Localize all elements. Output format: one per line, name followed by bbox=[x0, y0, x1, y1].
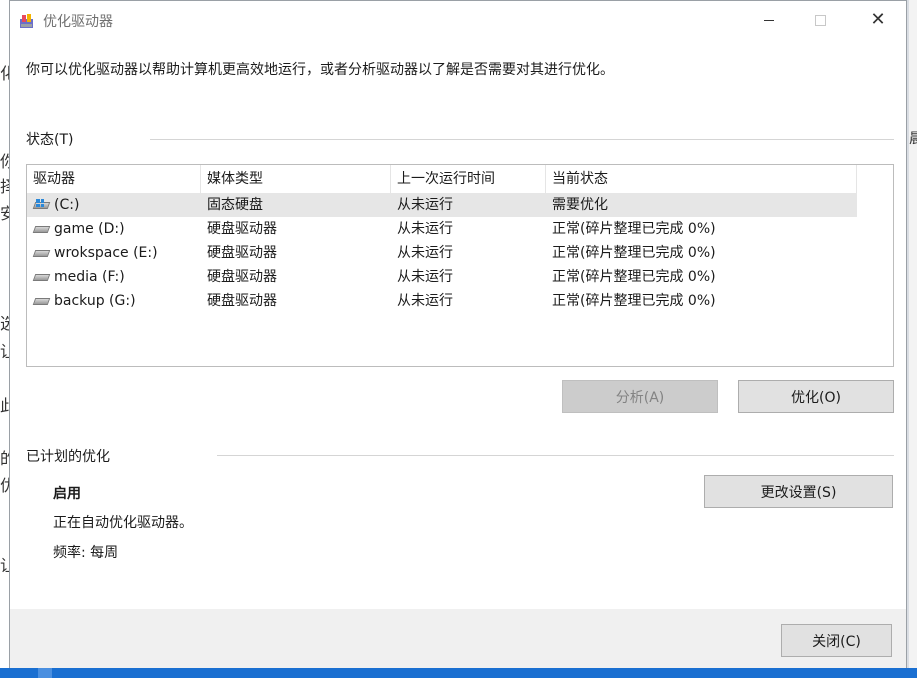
taskbar bbox=[0, 668, 917, 678]
drive-row[interactable]: backup (G:) 硬盘驱动器 从未运行 正常(碎片整理已完成 0%) bbox=[27, 289, 857, 313]
drive-name: wrokspace (E:) bbox=[54, 245, 158, 261]
intro-text: 你可以优化驱动器以帮助计算机更高效地运行，或者分析驱动器以了解是否需要对其进行优… bbox=[26, 62, 614, 78]
drive-last-run: 从未运行 bbox=[397, 293, 453, 309]
drive-media-type: 硬盘驱动器 bbox=[207, 221, 277, 237]
drive-status: 正常(碎片整理已完成 0%) bbox=[552, 293, 716, 309]
drive-status: 正常(碎片整理已完成 0%) bbox=[552, 269, 716, 285]
section-divider bbox=[217, 455, 894, 456]
hard-drive-icon bbox=[32, 223, 51, 235]
drive-name: game (D:) bbox=[54, 221, 125, 237]
hard-drive-icon bbox=[32, 247, 51, 259]
drive-media-type: 固态硬盘 bbox=[207, 197, 263, 213]
drive-row[interactable]: game (D:) 硬盘驱动器 从未运行 正常(碎片整理已完成 0%) bbox=[27, 217, 857, 241]
dialog-footer: 关闭(C) bbox=[10, 609, 906, 668]
drive-last-run: 从未运行 bbox=[397, 197, 453, 213]
scheduled-section-label: 已计划的优化 bbox=[26, 449, 110, 465]
drive-row[interactable]: (C:) 固态硬盘 从未运行 需要优化 bbox=[27, 193, 857, 217]
drive-last-run: 从未运行 bbox=[397, 269, 453, 285]
hard-drive-icon bbox=[32, 271, 51, 283]
background-text: 晨 bbox=[909, 131, 917, 147]
drive-media-type: 硬盘驱动器 bbox=[207, 269, 277, 285]
drive-row[interactable]: media (F:) 硬盘驱动器 从未运行 正常(碎片整理已完成 0%) bbox=[27, 265, 857, 289]
drive-name: backup (G:) bbox=[54, 293, 136, 309]
title-bar: 优化驱动器 ✕ bbox=[10, 1, 906, 39]
drive-last-run: 从未运行 bbox=[397, 221, 453, 237]
drive-name: (C:) bbox=[54, 197, 80, 213]
drive-row[interactable]: wrokspace (E:) 硬盘驱动器 从未运行 正常(碎片整理已完成 0%) bbox=[27, 241, 857, 265]
drive-last-run: 从未运行 bbox=[397, 245, 453, 261]
hard-drive-icon bbox=[32, 295, 51, 307]
column-header-media-type[interactable]: 媒体类型 bbox=[201, 165, 391, 193]
optimize-button[interactable]: 优化(O) bbox=[738, 380, 894, 413]
column-header-drive[interactable]: 驱动器 bbox=[27, 165, 201, 193]
defrag-app-icon bbox=[20, 14, 33, 28]
column-header-current-status[interactable]: 当前状态 bbox=[546, 165, 857, 193]
schedule-frequency: 频率: 每周 bbox=[53, 545, 119, 561]
maximize-button[interactable] bbox=[797, 1, 843, 39]
optimize-drives-window: 优化驱动器 ✕ 你可以优化驱动器以帮助计算机更高效地运行，或者分析驱动器以了解是… bbox=[9, 0, 907, 668]
drive-status: 正常(碎片整理已完成 0%) bbox=[552, 245, 716, 261]
taskbar-app-icon[interactable] bbox=[38, 668, 52, 678]
close-icon: ✕ bbox=[870, 9, 886, 30]
section-divider bbox=[150, 139, 894, 140]
system-drive-icon bbox=[32, 199, 51, 211]
column-header-last-run[interactable]: 上一次运行时间 bbox=[391, 165, 546, 193]
drive-media-type: 硬盘驱动器 bbox=[207, 293, 277, 309]
schedule-state: 启用 bbox=[53, 486, 81, 502]
status-section-label: 状态(T) bbox=[26, 132, 74, 148]
schedule-description: 正在自动优化驱动器。 bbox=[53, 515, 193, 531]
minimize-icon bbox=[764, 19, 774, 21]
drive-list-header: 驱动器 媒体类型 上一次运行时间 当前状态 bbox=[27, 165, 893, 193]
analyze-button[interactable]: 分析(A) bbox=[562, 380, 718, 413]
close-window-button[interactable]: ✕ bbox=[855, 1, 901, 39]
drive-status: 需要优化 bbox=[552, 197, 608, 213]
drive-list[interactable]: 驱动器 媒体类型 上一次运行时间 当前状态 (C:) 固态硬盘 从未运行 需要优… bbox=[26, 164, 894, 367]
background-window-right: 晨 bbox=[909, 0, 917, 678]
drive-media-type: 硬盘驱动器 bbox=[207, 245, 277, 261]
maximize-icon bbox=[814, 14, 826, 26]
window-title: 优化驱动器 bbox=[43, 14, 113, 30]
drive-status: 正常(碎片整理已完成 0%) bbox=[552, 221, 716, 237]
change-settings-button[interactable]: 更改设置(S) bbox=[704, 475, 893, 508]
close-button[interactable]: 关闭(C) bbox=[781, 624, 892, 657]
minimize-button[interactable] bbox=[746, 1, 792, 39]
drive-name: media (F:) bbox=[54, 269, 125, 285]
